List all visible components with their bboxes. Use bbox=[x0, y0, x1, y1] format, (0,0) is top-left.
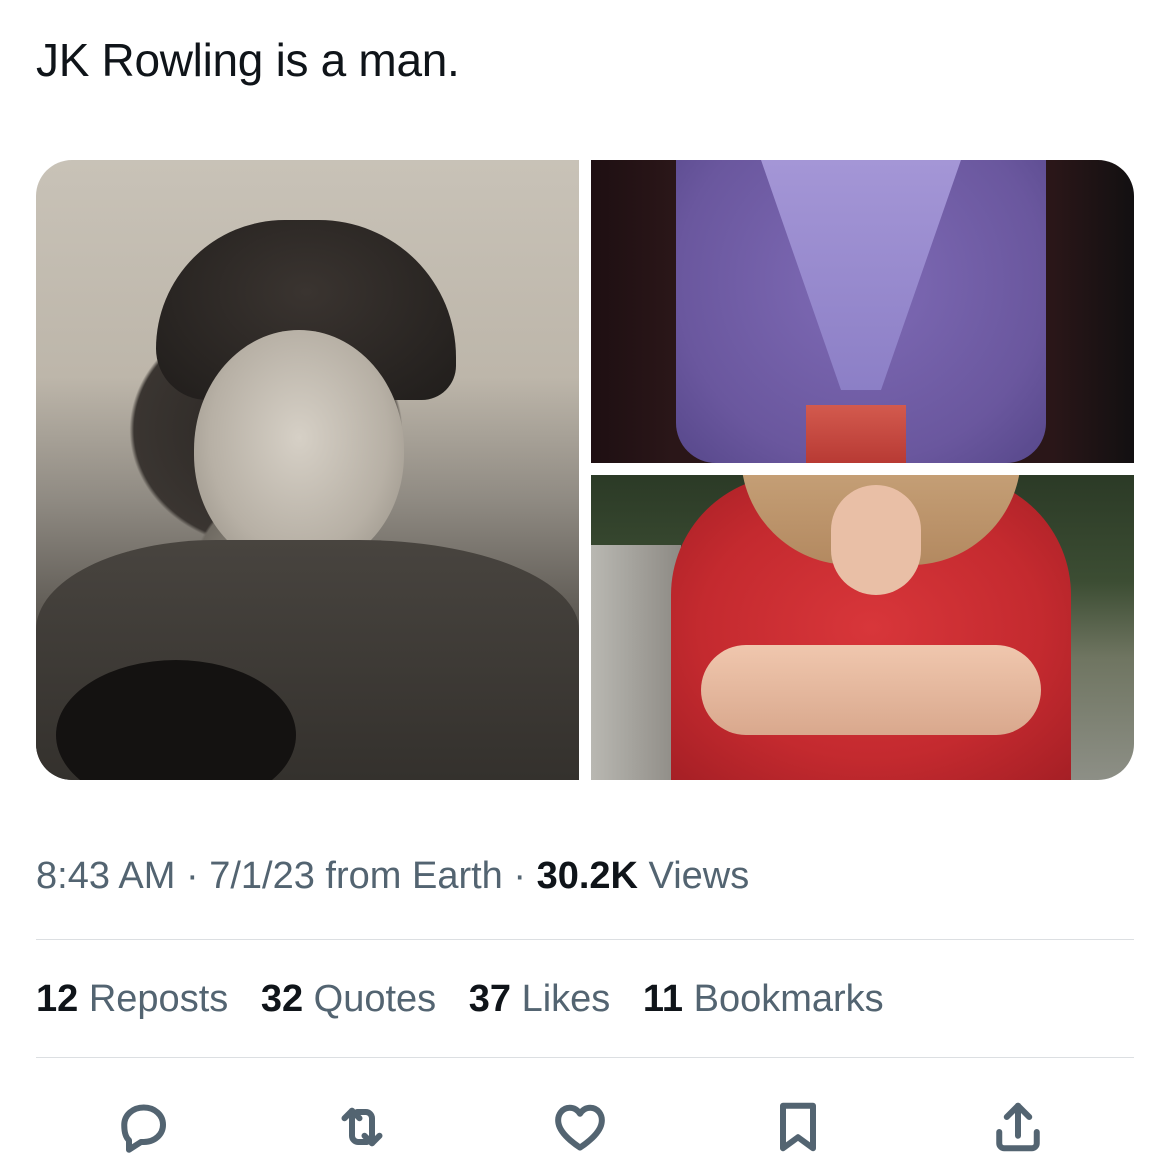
stat-count: 37 bbox=[468, 978, 512, 1020]
photo-purple-cardigan[interactable] bbox=[591, 160, 1134, 463]
stat-likes[interactable]: 37 Likes bbox=[469, 973, 611, 1025]
repost-icon bbox=[341, 1107, 383, 1147]
stat-count: 32 bbox=[260, 978, 304, 1020]
stat-count: 12 bbox=[36, 978, 79, 1020]
meta-separator: · bbox=[185, 855, 199, 897]
photo-black-and-white-portrait[interactable] bbox=[36, 160, 579, 780]
stat-reposts[interactable]: 12 Reposts bbox=[36, 973, 228, 1025]
photo-red-shirt[interactable] bbox=[591, 475, 1134, 780]
share-icon bbox=[996, 1102, 1040, 1152]
repost-button[interactable] bbox=[327, 1092, 397, 1162]
stat-bookmarks[interactable]: 11 Bookmarks bbox=[643, 973, 884, 1025]
divider bbox=[36, 939, 1134, 940]
share-button[interactable] bbox=[983, 1092, 1053, 1162]
stat-quotes[interactable]: 32 Quotes bbox=[261, 973, 436, 1025]
views-label: Views bbox=[648, 855, 750, 897]
like-button[interactable] bbox=[545, 1092, 615, 1162]
engagement-stats: 12 Reposts 32 Quotes 37 Likes 11 Bookmar… bbox=[36, 973, 906, 1025]
views-count: 30.2K bbox=[536, 855, 638, 897]
stat-label: Bookmarks bbox=[693, 978, 884, 1020]
stat-count: 11 bbox=[642, 978, 684, 1020]
bookmark-icon bbox=[780, 1102, 816, 1152]
tweet-time[interactable]: 8:43 AM bbox=[36, 855, 175, 897]
reply-button[interactable] bbox=[108, 1092, 178, 1162]
action-bar bbox=[0, 1092, 1169, 1162]
bookmark-button[interactable] bbox=[763, 1092, 833, 1162]
reply-icon bbox=[121, 1104, 166, 1153]
stat-label: Likes bbox=[521, 978, 611, 1020]
stat-label: Quotes bbox=[313, 978, 437, 1020]
stat-label: Reposts bbox=[88, 978, 229, 1020]
media-grid bbox=[36, 160, 1134, 780]
divider bbox=[36, 1057, 1134, 1058]
heart-icon bbox=[555, 1104, 605, 1151]
tweet-text: JK Rowling is a man. bbox=[36, 34, 460, 86]
meta-separator: · bbox=[513, 855, 527, 897]
tweet-date-source[interactable]: 7/1/23 from Earth bbox=[209, 855, 503, 897]
tweet-meta: 8:43 AM · 7/1/23 from Earth · 30.2K View… bbox=[36, 850, 749, 902]
